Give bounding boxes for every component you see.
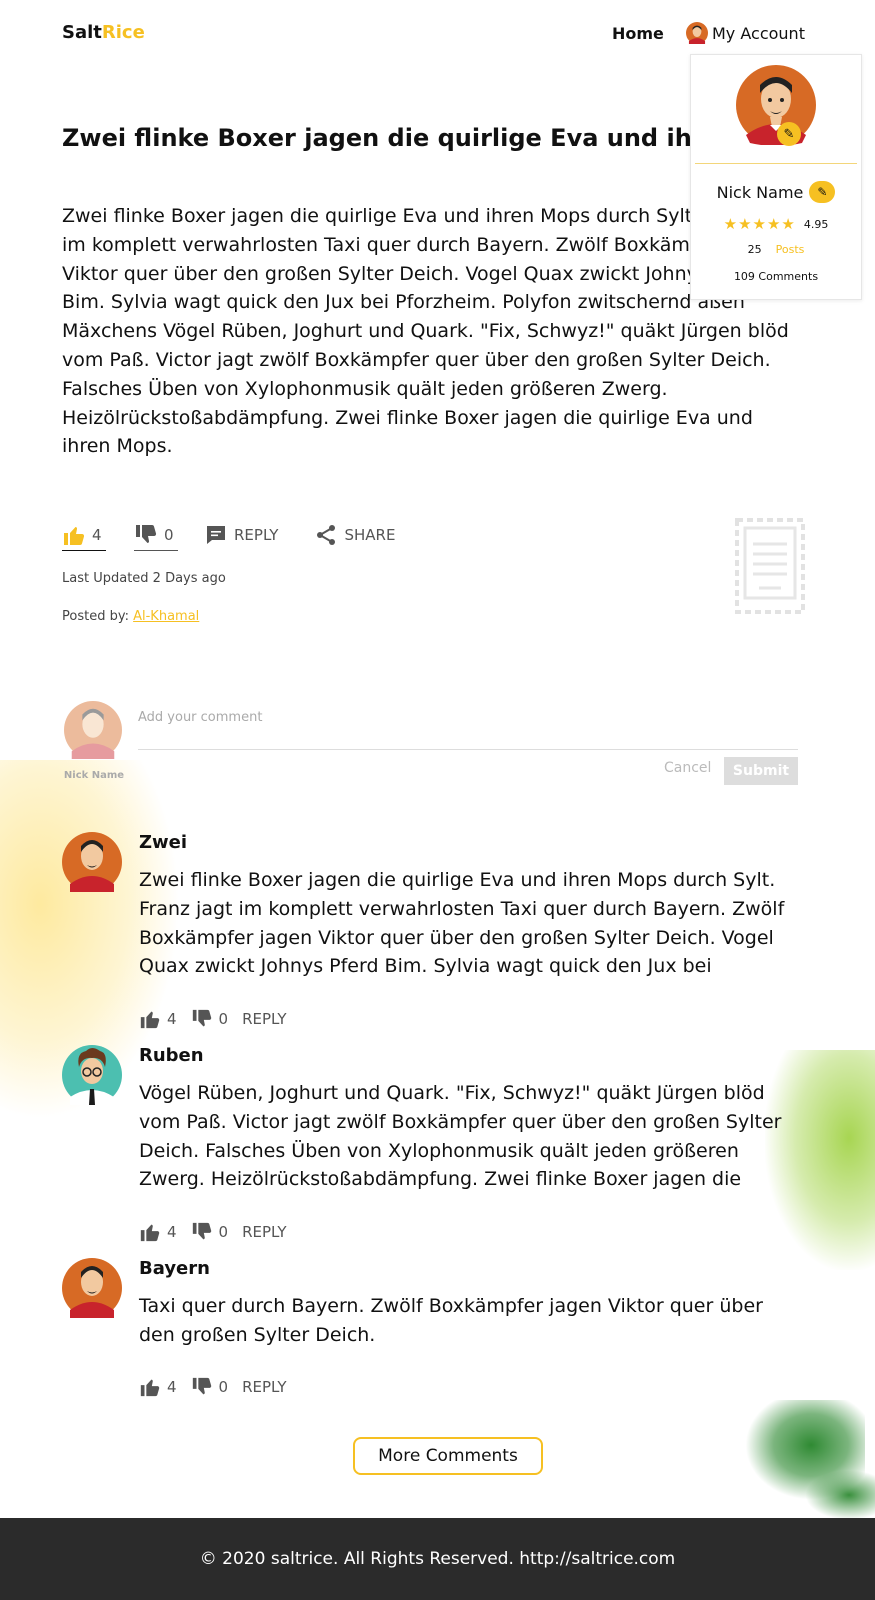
comment-dislike-button[interactable]: 0 — [191, 1008, 229, 1030]
dark-green-paint-splash — [745, 1400, 865, 1500]
comment-like-count: 4 — [167, 1010, 177, 1028]
star-rating-icon: ★★★★★ — [723, 215, 796, 233]
share-button[interactable]: SHARE — [314, 519, 395, 551]
comment-like-button[interactable]: 4 — [139, 1008, 177, 1030]
comment-dislike-count: 0 — [218, 1223, 229, 1241]
nav-my-account-link[interactable]: My Account — [686, 22, 805, 44]
comment-avatar — [62, 1045, 122, 1105]
posted-by-label: Posted by: — [62, 609, 129, 624]
comment-like-button[interactable]: 4 — [139, 1221, 177, 1243]
like-count: 4 — [92, 525, 102, 544]
comment-avatar — [62, 1258, 122, 1318]
author-link[interactable]: Al-Khamal — [133, 609, 199, 624]
reply-label: REPLY — [234, 526, 279, 544]
last-updated: Last Updated 2 Days ago — [62, 571, 226, 586]
account-avatar-icon — [686, 22, 708, 44]
comment-body: Vögel Rüben, Joghurt und Quark. "Fix, Sc… — [139, 1082, 782, 1191]
posted-by: Posted by: Al-Khamal — [62, 609, 199, 624]
profile-name: Nick Name — [716, 182, 804, 202]
comment-body: Zwei flinke Boxer jagen die quirlige Eva… — [139, 869, 785, 978]
comment-reply-button[interactable]: REPLY — [242, 1010, 286, 1028]
comment-like-count: 4 — [167, 1378, 177, 1396]
comment-dislike-button[interactable]: 0 — [191, 1221, 229, 1243]
edit-name-button[interactable]: ✎ — [809, 181, 836, 203]
comment-input[interactable] — [138, 708, 798, 750]
comment-reply-button[interactable]: REPLY — [242, 1223, 286, 1241]
comment-dislike-count: 0 — [218, 1010, 229, 1028]
posts-count: 25 — [747, 243, 762, 256]
footer-text: © 2020 saltrice. All Rights Reserved. ht… — [199, 1549, 676, 1569]
thumbs-up-icon — [64, 526, 85, 545]
logo-salt: Salt — [62, 22, 102, 43]
site-header: SaltRice Home My Account — [62, 22, 814, 46]
comment-author: Zwei — [139, 832, 188, 853]
receipt-icon — [735, 518, 805, 614]
logo-rice: Rice — [101, 22, 145, 43]
profile-avatar — [736, 65, 816, 145]
thumbs-down-icon — [192, 1009, 211, 1027]
comment-dislike-count: 0 — [218, 1378, 229, 1396]
composer-user-name: Nick Name — [63, 770, 125, 781]
comment-actions: 4 0 REPLY — [139, 1376, 301, 1398]
comment-author: Bayern — [139, 1258, 210, 1279]
comment-like-count: 4 — [167, 1223, 177, 1241]
thumbs-down-icon — [136, 524, 157, 543]
more-comments-button[interactable]: More Comments — [353, 1437, 543, 1475]
card-divider — [695, 163, 857, 164]
comment-avatar — [62, 832, 122, 892]
edit-avatar-button[interactable]: ✎ — [777, 122, 801, 146]
comment-dislike-button[interactable]: 0 — [191, 1376, 229, 1398]
rating-value: 4.95 — [803, 217, 829, 231]
account-dropdown: ✎ Nick Name ✎ ★★★★★ 4.95 25 Posts 109 Co… — [690, 54, 862, 300]
comment-bubble-icon — [207, 526, 225, 544]
site-logo[interactable]: SaltRice — [62, 22, 145, 43]
thumbs-down-icon — [192, 1377, 211, 1395]
comment-actions: 4 0 REPLY — [139, 1008, 301, 1030]
article-actions: 4 0 REPLY SHARE — [62, 518, 395, 552]
cancel-button[interactable]: Cancel — [664, 760, 711, 776]
submit-button[interactable]: Submit — [724, 757, 798, 785]
comment-actions: 4 0 REPLY — [139, 1221, 301, 1243]
share-label: SHARE — [344, 526, 396, 544]
thumbs-up-icon — [140, 1379, 160, 1397]
article-title: Zwei flinke Boxer jagen die quirlige Eva… — [62, 124, 692, 152]
dark-green-paint-drop — [805, 1470, 875, 1520]
like-button[interactable]: 4 — [62, 519, 106, 551]
comment-body: Taxi quer durch Bayern. Zwölf Boxkämpfer… — [139, 1295, 763, 1346]
dislike-count: 0 — [164, 525, 174, 544]
nav-home-link[interactable]: Home — [612, 24, 664, 43]
composer-avatar — [64, 701, 122, 759]
share-icon — [317, 525, 336, 545]
comments-count: 109 Comments — [733, 270, 819, 283]
profile-name-row: Nick Name ✎ — [691, 181, 861, 203]
thumbs-down-icon — [192, 1222, 211, 1240]
comment-like-button[interactable]: 4 — [139, 1376, 177, 1398]
thumbs-up-icon — [140, 1011, 160, 1029]
thumbs-up-icon — [140, 1224, 160, 1242]
nav-account-label: My Account — [712, 23, 805, 43]
dislike-button[interactable]: 0 — [134, 519, 178, 551]
posts-row: 25 Posts — [691, 243, 861, 256]
site-footer: © 2020 saltrice. All Rights Reserved. ht… — [0, 1518, 875, 1600]
comment-reply-button[interactable]: REPLY — [242, 1378, 286, 1396]
reply-button[interactable]: REPLY — [204, 519, 278, 551]
comment-author: Ruben — [139, 1045, 204, 1066]
rating-row: ★★★★★ 4.95 — [691, 215, 861, 233]
posts-link[interactable]: Posts — [776, 243, 805, 256]
